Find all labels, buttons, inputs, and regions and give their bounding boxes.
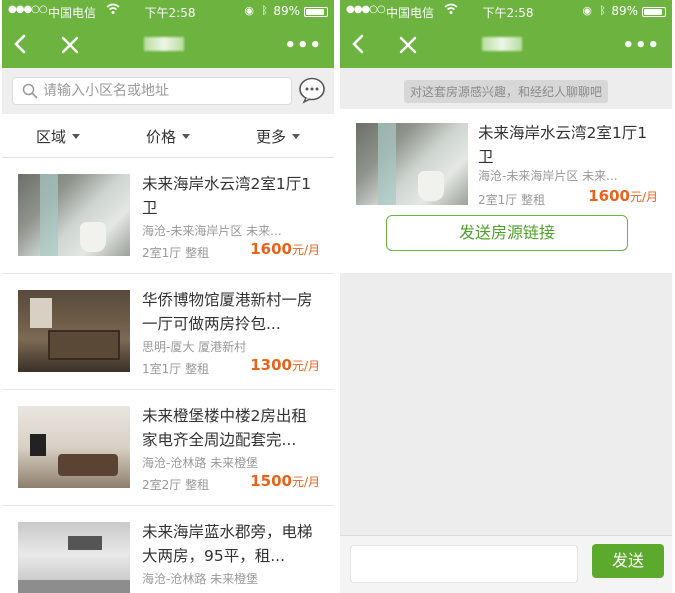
listing-photo: [18, 174, 130, 256]
wifi-icon: [444, 3, 458, 18]
listing-photo: [18, 290, 130, 372]
listing-title: 未来海岸水云湾2室1厅1卫: [478, 124, 648, 166]
status-bar: ●●●○○ 中国电信 下午2:58 ◉ ᛒ 89%: [340, 0, 672, 23]
search-box[interactable]: [12, 77, 292, 105]
listing-price: 1600元/月: [588, 187, 658, 205]
price-unit: 元/月: [291, 243, 320, 257]
filter-area-label: 区域: [36, 128, 67, 146]
price-value: 1500: [250, 472, 292, 490]
nav-bar: •••: [340, 23, 672, 68]
listing-spec: 2室2厅 整租: [142, 478, 210, 492]
listing-location: 海沧-沧林路 未来橙堡: [142, 572, 259, 586]
close-icon[interactable]: [398, 35, 420, 57]
listing-card[interactable]: 未来海岸水云湾2室1厅1卫 海沧-未来海岸片区 未来... 2室1厅 整租 16…: [340, 109, 672, 273]
carrier-label: 中国电信: [48, 6, 97, 20]
listing-item[interactable]: 未来海岸蓝水郡旁，电梯大两房，95平，租... 海沧-沧林路 未来橙堡: [2, 506, 334, 593]
system-prompt-text: 对这套房源感兴趣，和经纪人聊聊吧: [403, 80, 608, 103]
page-title-blurred: [144, 37, 184, 51]
lock-rotation-icon: ◉: [582, 4, 592, 17]
filter-more[interactable]: 更多: [256, 126, 301, 147]
nav-bar: •••: [2, 23, 334, 68]
filter-bar: 区域 价格 更多: [2, 114, 334, 158]
page-title-blurred: [482, 37, 522, 51]
search-icon: [22, 83, 38, 99]
send-listing-link-button[interactable]: 发送房源链接: [386, 215, 628, 251]
filter-price-label: 价格: [146, 128, 177, 146]
filter-price[interactable]: 价格: [146, 126, 191, 147]
back-icon[interactable]: [12, 30, 36, 60]
status-time: 下午2:58: [144, 6, 196, 20]
chat-bubble-icon[interactable]: [298, 76, 326, 104]
lock-rotation-icon: ◉: [244, 4, 254, 17]
listing-photo: [18, 522, 130, 593]
listing-photo: [18, 406, 130, 488]
system-prompt: 对这套房源感兴趣，和经纪人聊聊吧: [340, 80, 672, 103]
status-bar: ●●●○○ 中国电信 下午2:58 ◉ ᛒ 89%: [2, 0, 334, 23]
listing-spec: 2室1厅 整租: [478, 193, 546, 207]
caret-down-icon: [292, 134, 301, 139]
listing-item[interactable]: 华侨博物馆厦港新村一房一厅可做两房拎包... 思明-厦大 厦港新村 1室1厅 整…: [2, 274, 334, 390]
listing-location: 海沧-未来海岸片区 未来...: [142, 224, 282, 238]
listing-item[interactable]: 未来橙堡楼中楼2房出租家电齐全周边配套完... 海沧-沧林路 未来橙堡 2室2厅…: [2, 390, 334, 506]
price-value: 1600: [588, 187, 630, 205]
more-icon[interactable]: •••: [284, 35, 322, 56]
signal-icon: ●●●○○: [8, 4, 48, 15]
listing-location: 思明-厦大 厦港新村: [142, 340, 247, 354]
listing-title: 华侨博物馆厦港新村一房一厅可做两房拎包...: [142, 291, 313, 333]
battery-percent: 89%: [611, 4, 638, 18]
price-unit: 元/月: [629, 190, 658, 204]
listing-title: 未来海岸蓝水郡旁，电梯大两房，95平，租...: [142, 523, 313, 565]
wifi-icon: [106, 3, 120, 18]
message-input[interactable]: [350, 545, 578, 583]
listing-price: 1600元/月: [250, 240, 320, 258]
listing-screen: ●●●○○ 中国电信 下午2:58 ◉ ᛒ 89% ••• 区域: [2, 0, 334, 593]
listing-item[interactable]: 未来海岸水云湾2室1厅1卫 海沧-未来海岸片区 未来... 2室1厅 整租 16…: [2, 158, 334, 274]
carrier-label: 中国电信: [386, 6, 435, 20]
listing-title: 未来海岸水云湾2室1厅1卫: [142, 175, 312, 217]
listing-spec: 1室1厅 整租: [142, 362, 210, 376]
search-input[interactable]: [43, 81, 283, 101]
listing-location: 海沧-未来海岸片区 未来...: [478, 169, 618, 183]
listing-title: 未来橙堡楼中楼2房出租家电齐全周边配套完...: [142, 407, 307, 449]
search-row: [2, 68, 334, 114]
close-icon[interactable]: [60, 35, 82, 57]
send-button[interactable]: 发送: [592, 544, 664, 578]
battery-icon: [642, 7, 666, 17]
listing-location: 海沧-沧林路 未来橙堡: [142, 456, 259, 470]
filter-more-label: 更多: [256, 128, 287, 146]
filter-area[interactable]: 区域: [36, 126, 81, 147]
message-input-bar: 发送: [340, 535, 672, 593]
battery-percent: 89%: [273, 4, 300, 18]
listing-price: 1300元/月: [250, 356, 320, 374]
status-time: 下午2:58: [482, 6, 534, 20]
caret-down-icon: [72, 134, 81, 139]
listing-photo: [356, 123, 468, 205]
chat-screen: ●●●○○ 中国电信 下午2:58 ◉ ᛒ 89% ••• 对这套房源感兴趣，和…: [340, 0, 672, 593]
caret-down-icon: [182, 134, 191, 139]
price-unit: 元/月: [291, 475, 320, 489]
more-icon[interactable]: •••: [622, 35, 660, 56]
bluetooth-icon: ᛒ: [261, 4, 268, 17]
bluetooth-icon: ᛒ: [599, 4, 606, 17]
price-unit: 元/月: [291, 359, 320, 373]
price-value: 1600: [250, 240, 292, 258]
price-value: 1300: [250, 356, 292, 374]
battery-icon: [304, 7, 328, 17]
signal-icon: ●●●○○: [346, 4, 386, 15]
listing-price: 1500元/月: [250, 472, 320, 490]
listing-spec: 2室1厅 整租: [142, 246, 210, 260]
back-icon[interactable]: [350, 30, 374, 60]
